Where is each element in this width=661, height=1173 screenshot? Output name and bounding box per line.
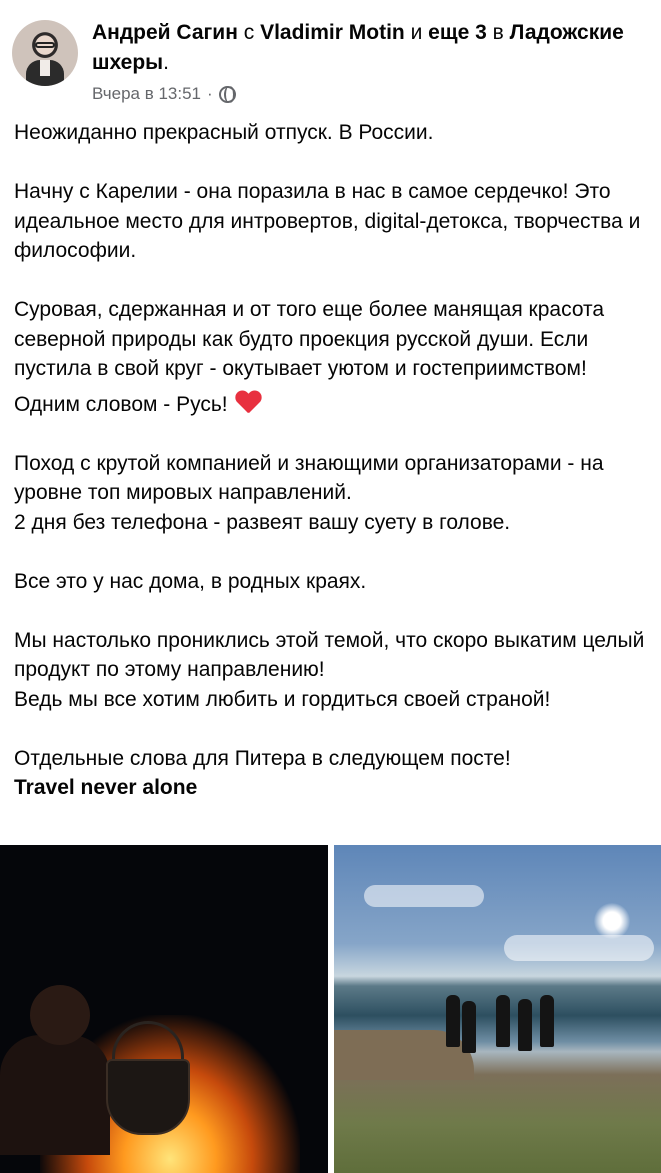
paragraph: 2 дня без телефона - развеят вашу суету …	[14, 510, 511, 534]
paragraph-with-heart: Одним словом - Русь!	[14, 390, 654, 420]
time-line: Вчера в 13:51 ·	[92, 84, 652, 104]
time-separator: ·	[207, 84, 213, 103]
and-word: и	[410, 21, 423, 44]
paragraph: Суровая, сдержанная и от того еще более …	[14, 298, 605, 380]
paragraph: Начну с Карелии - она поразила в нас в с…	[14, 180, 641, 262]
author-avatar[interactable]	[12, 20, 78, 86]
paragraph: Ведь мы все хотим любить и гордиться сво…	[14, 687, 551, 711]
paragraph: Отдельные слова для Питера в следующем п…	[14, 746, 511, 770]
tagged-person[interactable]: Vladimir Motin	[260, 21, 405, 44]
heart-icon	[235, 391, 261, 415]
campfire-photo[interactable]	[0, 845, 328, 1173]
pot-icon	[106, 1059, 190, 1135]
tagged-more[interactable]: еще 3	[428, 21, 487, 44]
sun-icon	[594, 903, 630, 939]
post-timestamp[interactable]: Вчера в 13:51	[92, 84, 201, 104]
post-body: Неожиданно прекрасный отпуск. В России. …	[14, 118, 654, 803]
paragraph: Неожиданно прекрасный отпуск. В России.	[14, 121, 434, 144]
lake-photo[interactable]	[334, 845, 661, 1173]
post-header: Андрей Сагин с Vladimir Motin и еще 3 в …	[12, 18, 652, 108]
author-name[interactable]: Андрей Сагин	[92, 21, 238, 44]
paragraph: Все это у нас дома, в родных краях.	[14, 569, 367, 593]
photo-grid	[0, 845, 661, 1173]
paragraph: Одним словом - Русь!	[14, 392, 228, 416]
in-word: в	[492, 21, 504, 44]
paragraph: Поход с крутой компанией и знающими орга…	[14, 451, 604, 505]
closing-line: Travel never alone	[14, 776, 198, 799]
globe-icon[interactable]	[218, 85, 236, 103]
paragraph: Мы настолько прониклись этой темой, что …	[14, 628, 645, 682]
with-word: с	[243, 21, 255, 44]
author-line: Андрей Сагин с Vladimir Motin и еще 3 в …	[92, 21, 624, 74]
post-meta: Андрей Сагин с Vladimir Motin и еще 3 в …	[92, 18, 652, 104]
